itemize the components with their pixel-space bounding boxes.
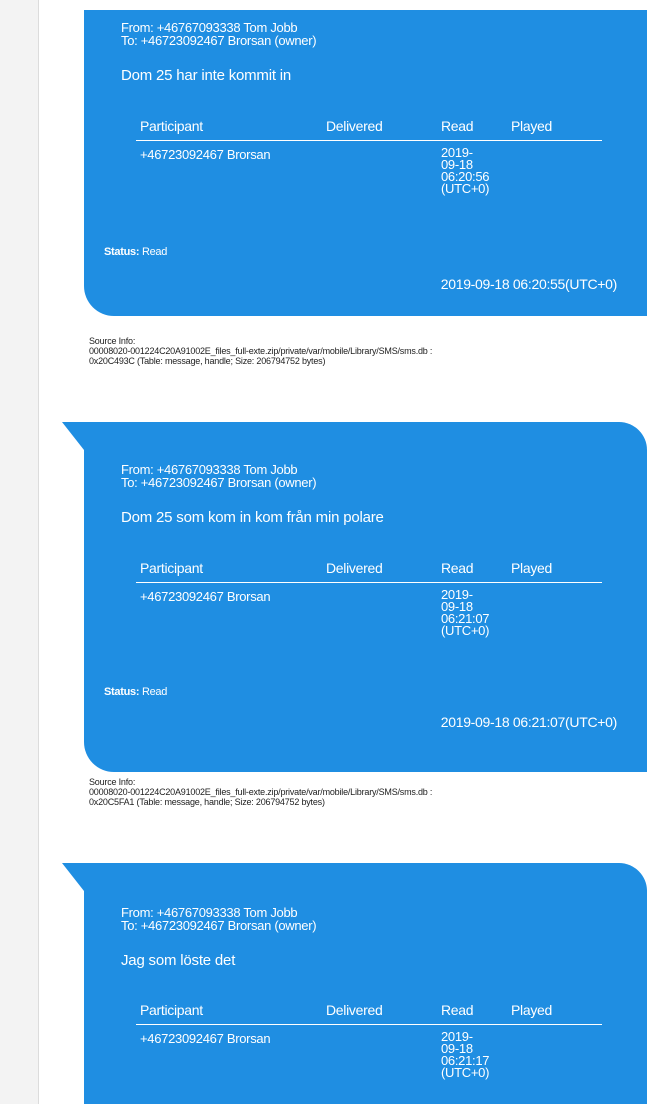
message-text: Dom 25 har inte kommit in [121, 67, 292, 84]
status-label: Status: [104, 686, 140, 698]
source-label: Source Info: [89, 777, 136, 787]
col-read: Read [441, 118, 474, 134]
source-label: Source Info: [89, 336, 136, 346]
status-value: Read [141, 686, 168, 698]
participant-value: +46723092467 Brorsan [140, 589, 271, 604]
col-read: Read [441, 1002, 474, 1018]
participant-value: +46723092467 Brorsan [140, 1031, 271, 1046]
col-played: Played [511, 560, 553, 576]
message-to: To: +46723092467 Brorsan (owner) [121, 33, 317, 48]
col-delivered: Delivered [326, 1002, 383, 1018]
col-played: Played [511, 118, 553, 134]
table-row: +46723092467 Brorsan 2019- 09-18 06:20:5… [136, 145, 602, 215]
source-info: Source Info: 00008020-001224C20A91002E_f… [89, 777, 432, 807]
status-value: Read [141, 246, 168, 258]
message-bubble: From: +46767093338 Tom Jobb To: +4672309… [84, 10, 647, 316]
source-path: 00008020-001224C20A91002E_files_full-ext… [89, 787, 433, 797]
status: Status: Read [104, 686, 167, 698]
table-row: +46723092467 Brorsan 2019- 09-18 06:21:1… [136, 1029, 602, 1099]
source-path: 00008020-001224C20A91002E_files_full-ext… [89, 346, 433, 356]
table-header: Participant Delivered Read Played [136, 1002, 602, 1025]
left-rail [0, 0, 39, 1104]
source-offset: 0x20C5FA1 (Table: message, handle; Size:… [89, 797, 325, 807]
message-text: Dom 25 som kom in kom från min polare [121, 509, 384, 526]
message-bubble: From: +46767093338 Tom Jobb To: +4672309… [62, 863, 647, 1104]
read-value: 2019- 09-18 06:20:56 (UTC+0) [441, 145, 490, 196]
message-to: To: +46723092467 Brorsan (owner) [121, 475, 317, 490]
bubble-tail [62, 422, 84, 450]
message-timestamp: 2019-09-18 06:21:07(UTC+0) [440, 714, 618, 730]
col-delivered: Delivered [326, 118, 383, 134]
table-header: Participant Delivered Read Played [136, 560, 602, 583]
message-text: Jag som löste det [121, 952, 236, 969]
participant-table: Participant Delivered Read Played +46723… [136, 560, 602, 657]
status-label: Status: [104, 246, 140, 258]
read-value: 2019- 09-18 06:21:07 (UTC+0) [441, 587, 490, 638]
col-played: Played [511, 1002, 553, 1018]
participant-table: Participant Delivered Read Played +46723… [136, 118, 602, 215]
read-value: 2019- 09-18 06:21:17 (UTC+0) [441, 1029, 490, 1080]
col-participant: Participant [140, 560, 203, 576]
message-bubble: From: +46767093338 Tom Jobb To: +4672309… [62, 422, 647, 772]
col-participant: Participant [140, 1002, 203, 1018]
table-header: Participant Delivered Read Played [136, 118, 602, 141]
col-participant: Participant [140, 118, 203, 134]
bubble-tail [62, 863, 84, 891]
message-to: To: +46723092467 Brorsan (owner) [121, 918, 317, 933]
table-row: +46723092467 Brorsan 2019- 09-18 06:21:0… [136, 587, 602, 657]
source-offset: 0x20C493C (Table: message, handle; Size:… [89, 356, 326, 366]
participant-value: +46723092467 Brorsan [140, 147, 271, 162]
source-info: Source Info: 00008020-001224C20A91002E_f… [89, 336, 432, 366]
status: Status: Read [104, 246, 167, 258]
participant-table: Participant Delivered Read Played +46723… [136, 1002, 602, 1099]
message-timestamp: 2019-09-18 06:20:55(UTC+0) [440, 276, 618, 292]
col-delivered: Delivered [326, 560, 383, 576]
col-read: Read [441, 560, 474, 576]
